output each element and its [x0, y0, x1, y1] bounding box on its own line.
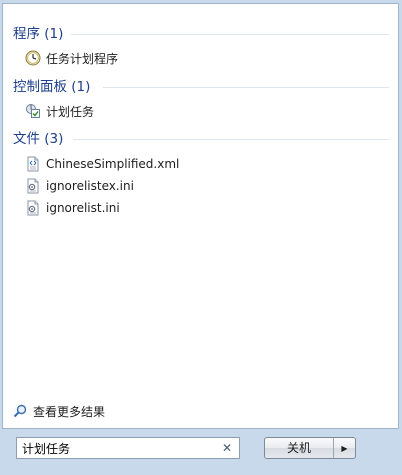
search-input[interactable]	[22, 439, 218, 457]
ini-file-icon	[27, 200, 39, 216]
result-item-label: ChineseSimplified.xml	[46, 157, 180, 171]
section-programs: 程序 (1)	[13, 25, 389, 45]
result-item-scheduled-tasks[interactable]: 计划任务	[25, 101, 94, 121]
ini-file-icon	[27, 178, 39, 194]
see-more-label: 查看更多结果	[33, 404, 106, 419]
chevron-right-icon[interactable]: ▶	[334, 438, 355, 458]
result-item-label: ignorelistex.ini	[46, 179, 134, 193]
section-title-files[interactable]: 文件 (3)	[13, 130, 63, 148]
search-box[interactable]: ✕	[16, 437, 240, 459]
xml-file-icon	[27, 156, 39, 172]
section-divider	[73, 139, 389, 140]
shutdown-button[interactable]: 关机	[265, 438, 334, 458]
result-item-label: 计划任务	[46, 104, 95, 119]
result-item-ignorelistex-ini[interactable]: ignorelistex.ini	[25, 176, 134, 196]
result-item-label: ignorelist.ini	[46, 201, 120, 215]
section-divider	[71, 34, 389, 35]
section-title-programs[interactable]: 程序 (1)	[13, 25, 63, 43]
shutdown-split-button: 关机 ▶	[264, 437, 356, 459]
search-results-panel: 程序 (1) 任务计划程序 控制面板 (1) 计划任务 文件 (3) Chine…	[2, 3, 399, 429]
section-control-panel: 控制面板 (1)	[13, 78, 389, 98]
section-divider	[103, 87, 389, 88]
result-item-label: 任务计划程序	[46, 51, 119, 66]
result-item-ignorelist-ini[interactable]: ignorelist.ini	[25, 198, 120, 218]
see-more-results-link[interactable]: 查看更多结果	[13, 402, 105, 420]
result-item-chinese-simplified-xml[interactable]: ChineseSimplified.xml	[25, 154, 179, 174]
clock-icon	[25, 50, 41, 66]
section-files: 文件 (3)	[13, 130, 389, 150]
search-icon	[13, 404, 27, 418]
section-title-control-panel[interactable]: 控制面板 (1)	[13, 78, 90, 96]
result-item-task-scheduler[interactable]: 任务计划程序	[25, 48, 118, 68]
scheduled-task-icon	[26, 104, 40, 118]
close-icon[interactable]: ✕	[221, 441, 233, 455]
